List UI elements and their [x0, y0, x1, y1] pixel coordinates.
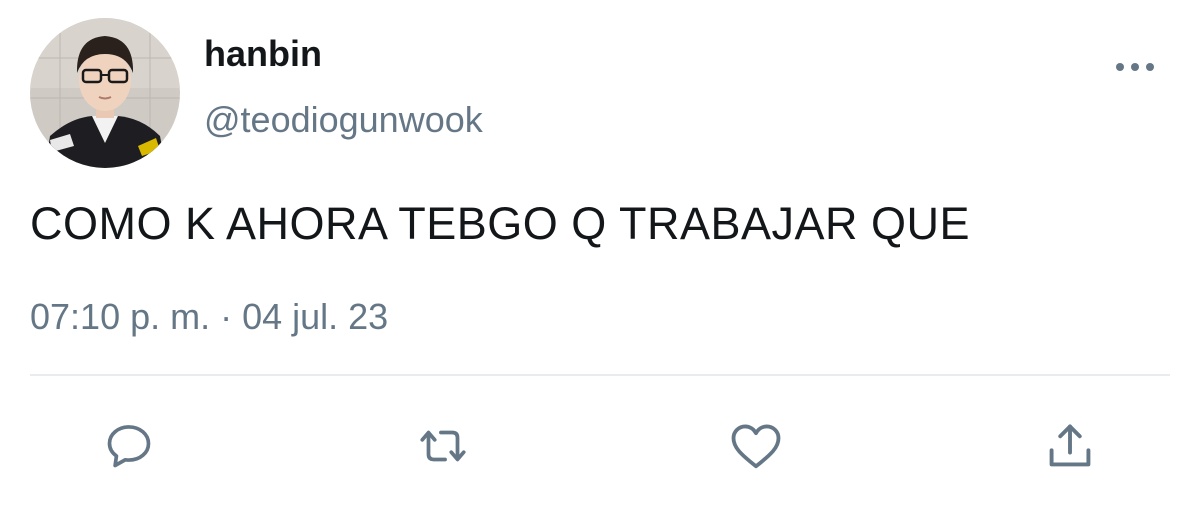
divider [30, 374, 1170, 376]
more-options-icon [1116, 63, 1154, 71]
display-name[interactable]: hanbin [204, 32, 322, 76]
retweet-button[interactable] [413, 416, 473, 476]
reply-icon [107, 425, 151, 468]
share-icon [1049, 424, 1091, 467]
retweet-icon [420, 430, 466, 462]
like-icon [731, 424, 781, 469]
tweet-detail: hanbin @teodiogunwook COMO K AHORA TEBGO… [0, 0, 1200, 515]
tweet-text: COMO K AHORA TEBGO Q TRABAJAR QUE [30, 198, 971, 249]
reply-button[interactable] [99, 416, 159, 476]
tweet-timestamp[interactable]: 07:10 p. m. · 04 jul. 23 [30, 294, 388, 340]
avatar-photo [30, 18, 180, 168]
more-options-button[interactable] [1112, 52, 1158, 82]
avatar[interactable] [30, 18, 180, 168]
like-button[interactable] [726, 416, 786, 476]
user-handle[interactable]: @teodiogunwook [204, 98, 483, 142]
share-button[interactable] [1040, 416, 1100, 476]
